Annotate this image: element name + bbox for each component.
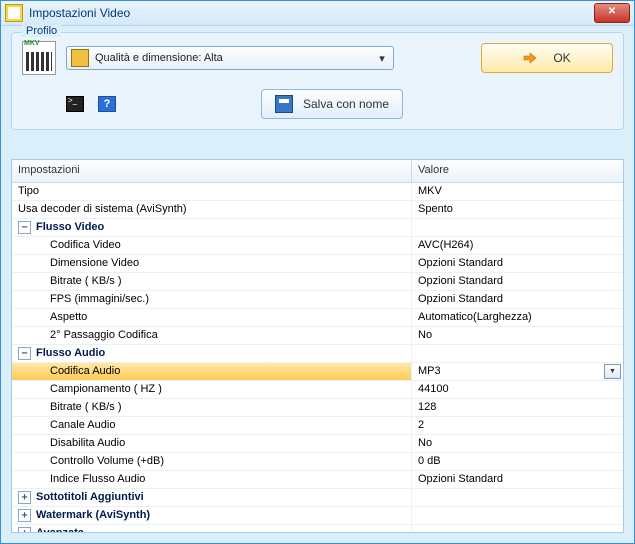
cell-label: Tipo [12,183,412,200]
cell-label: Disabilita Audio [12,435,412,452]
mkv-icon [22,41,56,75]
cell-label: Usa decoder di sistema (AviSynth) [12,201,412,218]
cell-value: 128 [412,399,623,416]
console-icon[interactable] [66,96,84,112]
cell-label: FPS (immagini/sec.) [12,291,412,308]
row-vfps[interactable]: FPS (immagini/sec.) Opzioni Standard [12,291,623,309]
floppy-icon [275,95,293,113]
group-flusso-video[interactable]: −Flusso Video [12,219,623,237]
cell-label: Aspetto [12,309,412,326]
profile-row-icons: ? Salva con nome [66,89,613,119]
row-aindex[interactable]: Indice Flusso Audio Opzioni Standard [12,471,623,489]
cell-label: +Avanzata [12,525,412,532]
row-acodec[interactable]: Codifica Audio MP3 ▼ [12,363,623,381]
cell-value [412,507,623,524]
chevron-down-icon: ▾ [373,52,391,65]
save-as-label: Salva con nome [303,97,389,111]
row-vcodec[interactable]: Codifica Video AVC(H264) [12,237,623,255]
profile-select[interactable]: Qualità e dimensione: Alta ▾ [66,46,394,70]
cell-value: Spento [412,201,623,218]
cell-value: Opzioni Standard [412,255,623,272]
grid-header: Impostazioni Valore [12,160,623,183]
cell-label: +Watermark (AviSynth) [12,507,412,524]
row-tipo[interactable]: Tipo MKV [12,183,623,201]
cell-value: MP3 ▼ [412,363,623,380]
help-icon[interactable]: ? [98,96,116,112]
settings-grid: Impostazioni Valore Tipo MKV Usa decoder… [11,159,624,533]
collapse-icon[interactable]: − [18,347,31,360]
cell-value: 2 [412,417,623,434]
ok-button[interactable]: OK [481,43,613,73]
row-adisab[interactable]: Disabilita Audio No [12,435,623,453]
cell-value [412,345,623,362]
collapse-icon[interactable]: − [18,221,31,234]
row-vbitrate[interactable]: Bitrate ( KB/s ) Opzioni Standard [12,273,623,291]
cell-label: −Flusso Video [12,219,412,236]
profile-select-text: Qualità e dimensione: Alta [95,52,373,64]
save-as-button[interactable]: Salva con nome [261,89,403,119]
row-avol[interactable]: Controllo Volume (+dB) 0 dB [12,453,623,471]
group-flusso-audio[interactable]: −Flusso Audio [12,345,623,363]
close-button[interactable]: ✕ [594,3,630,23]
cell-value: AVC(H264) [412,237,623,254]
expand-icon[interactable]: + [18,527,31,532]
cell-value: Opzioni Standard [412,273,623,290]
cell-value: 0 dB [412,453,623,470]
cell-value: Opzioni Standard [412,471,623,488]
cell-label: 2° Passaggio Codifica [12,327,412,344]
profile-group: Profilo Qualità e dimensione: Alta ▾ OK … [11,32,624,130]
dropdown-icon[interactable]: ▼ [604,364,621,379]
ok-button-label: OK [553,51,570,65]
cell-value [412,219,623,236]
cell-value: No [412,327,623,344]
cell-label: Codifica Audio [12,363,412,380]
video-settings-window: Impostazioni Video ✕ Profilo Qualità e d… [0,0,635,544]
expand-icon[interactable]: + [18,509,31,522]
cell-label: Codifica Video [12,237,412,254]
titlebar: Impostazioni Video ✕ [1,1,634,26]
row-vdim[interactable]: Dimensione Video Opzioni Standard [12,255,623,273]
group-subs[interactable]: +Sottotitoli Aggiuntivi [12,489,623,507]
cell-label: −Flusso Audio [12,345,412,362]
cell-label: Controllo Volume (+dB) [12,453,412,470]
cell-label: Bitrate ( KB/s ) [12,399,412,416]
window-title: Impostazioni Video [29,6,594,20]
header-settings[interactable]: Impostazioni [12,160,412,182]
cell-value: MKV [412,183,623,200]
grid-body[interactable]: Tipo MKV Usa decoder di sistema (AviSynt… [12,183,623,532]
cell-label: Canale Audio [12,417,412,434]
cell-label: Dimensione Video [12,255,412,272]
app-icon [5,4,23,22]
profile-option-icon [71,49,89,67]
cell-value: 44100 [412,381,623,398]
cell-value: No [412,435,623,452]
cell-label: +Sottotitoli Aggiuntivi [12,489,412,506]
row-vpass2[interactable]: 2° Passaggio Codifica No [12,327,623,345]
row-sysdec[interactable]: Usa decoder di sistema (AviSynth) Spento [12,201,623,219]
cell-label: Campionamento ( HZ ) [12,381,412,398]
group-watermark[interactable]: +Watermark (AviSynth) [12,507,623,525]
row-abitrate[interactable]: Bitrate ( KB/s ) 128 [12,399,623,417]
group-advanced[interactable]: +Avanzata [12,525,623,532]
expand-icon[interactable]: + [18,491,31,504]
arrow-right-icon [523,51,537,65]
cell-value [412,489,623,506]
profile-legend: Profilo [22,25,61,37]
cell-label: Indice Flusso Audio [12,471,412,488]
cell-value: Automatico(Larghezza) [412,309,623,326]
profile-row-main: Qualità e dimensione: Alta ▾ OK [22,41,613,75]
header-value[interactable]: Valore [412,160,623,182]
cell-value [412,525,623,532]
cell-value: Opzioni Standard [412,291,623,308]
row-asamp[interactable]: Campionamento ( HZ ) 44100 [12,381,623,399]
row-vaspect[interactable]: Aspetto Automatico(Larghezza) [12,309,623,327]
cell-label: Bitrate ( KB/s ) [12,273,412,290]
row-achan[interactable]: Canale Audio 2 [12,417,623,435]
